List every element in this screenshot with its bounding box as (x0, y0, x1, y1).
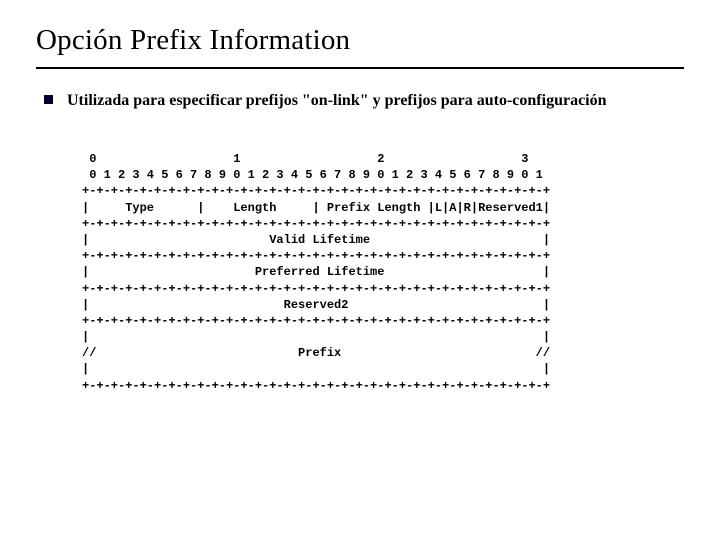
diagram-ruler-units: 0 1 2 3 4 5 6 7 8 9 0 1 2 3 4 5 6 7 8 9 … (82, 168, 543, 182)
diagram-row-type: | Type | Length | Prefix Length |L|A|R|R… (82, 201, 550, 215)
square-bullet-icon (44, 95, 53, 104)
bullet-item: Utilizada para especificar prefijos "on-… (44, 91, 684, 111)
page-title: Opción Prefix Information (36, 24, 684, 57)
diagram-separator: +-+-+-+-+-+-+-+-+-+-+-+-+-+-+-+-+-+-+-+-… (82, 184, 550, 198)
bullet-text: Utilizada para especificar prefijos "on-… (67, 91, 607, 111)
packet-diagram: 0 1 2 3 0 1 2 3 4 5 6 7 8 9 0 1 2 3 4 5 … (82, 151, 684, 394)
diagram-row-blank: | | (82, 330, 550, 344)
title-rule (36, 67, 684, 69)
diagram-row-valid-lifetime: | Valid Lifetime | (82, 233, 550, 247)
diagram-separator: +-+-+-+-+-+-+-+-+-+-+-+-+-+-+-+-+-+-+-+-… (82, 249, 550, 263)
diagram-ruler-tens: 0 1 2 3 (82, 152, 528, 166)
diagram-separator: +-+-+-+-+-+-+-+-+-+-+-+-+-+-+-+-+-+-+-+-… (82, 217, 550, 231)
slide: Opción Prefix Information Utilizada para… (0, 0, 720, 540)
diagram-row-reserved2: | Reserved2 | (82, 298, 550, 312)
diagram-separator: +-+-+-+-+-+-+-+-+-+-+-+-+-+-+-+-+-+-+-+-… (82, 282, 550, 296)
diagram-row-prefix: // Prefix // (82, 346, 550, 360)
diagram-separator: +-+-+-+-+-+-+-+-+-+-+-+-+-+-+-+-+-+-+-+-… (82, 379, 550, 393)
diagram-row-preferred-lifetime: | Preferred Lifetime | (82, 265, 550, 279)
diagram-separator: +-+-+-+-+-+-+-+-+-+-+-+-+-+-+-+-+-+-+-+-… (82, 314, 550, 328)
diagram-row-blank: | | (82, 362, 550, 376)
